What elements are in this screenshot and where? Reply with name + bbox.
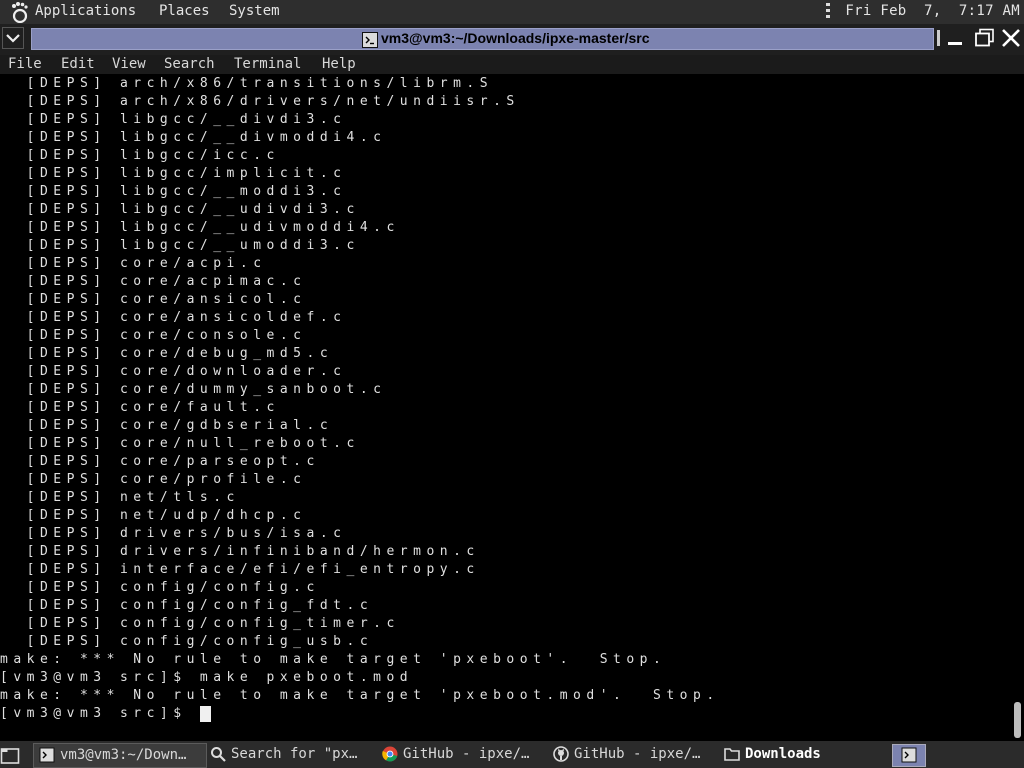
terminal-line: [DEPS] core/acpi.c (0, 256, 267, 271)
text-cursor (199, 705, 211, 722)
taskbar-task-downloads[interactable]: Downloads (724, 743, 884, 766)
terminal-icon (901, 747, 917, 763)
shell-prompt: [vm3@vm3 src]$ (0, 706, 200, 721)
terminal-scrollbar[interactable] (1012, 74, 1024, 741)
terminal-line: [DEPS] libgcc/__umoddi3.c (0, 238, 360, 253)
window-title: vm3@vm3:~/Downloads/ipxe-master/src (381, 30, 650, 46)
terminal-line: make: *** No rule to make target 'pxeboo… (0, 688, 720, 703)
terminal-line: [DEPS] config/config_fdt.c (0, 598, 374, 613)
places-menu[interactable]: Places (159, 3, 210, 19)
maximize-icon[interactable] (974, 28, 996, 48)
window-title-bar-box[interactable]: vm3@vm3:~/Downloads/ipxe-master/src (31, 28, 934, 50)
close-icon[interactable] (1000, 28, 1022, 48)
terminal-lines: [DEPS] arch/x86/transitions/librm.S [DEP… (0, 74, 1012, 722)
titlebar-grip (937, 30, 940, 46)
terminal-line: [DEPS] config/config_usb.c (0, 634, 374, 649)
taskbar-task-chrome[interactable]: GitHub - ipxe/… (382, 743, 547, 766)
terminal-line: [DEPS] core/console.c (0, 328, 307, 343)
terminal-line: [DEPS] core/parseopt.c (0, 454, 320, 469)
terminal-output[interactable]: [DEPS] arch/x86/transitions/librm.S [DEP… (0, 74, 1012, 741)
terminal-line: [DEPS] config/config_timer.c (0, 616, 400, 631)
terminal-prompt-line[interactable]: [vm3@vm3 src]$ (0, 705, 1012, 723)
terminal-line: [DEPS] core/dummy_sanboot.c (0, 382, 387, 397)
terminal-line: [DEPS] arch/x86/drivers/net/undiisr.S (0, 94, 520, 109)
system-menu[interactable]: System (229, 3, 280, 19)
window-menu-chevron-icon[interactable] (2, 27, 24, 49)
terminal-line: [DEPS] core/downloader.c (0, 364, 347, 379)
taskbar-task-terminal[interactable]: vm3@vm3:~/Down… (33, 743, 207, 768)
task-label: Search for "px… (231, 746, 358, 762)
terminal-line: [DEPS] arch/x86/transitions/librm.S (0, 76, 494, 91)
menu-help[interactable]: Help (322, 56, 356, 72)
terminal-line: [DEPS] core/ansicoldef.c (0, 310, 347, 325)
panel-handle (826, 3, 830, 20)
task-label: Downloads (745, 746, 821, 762)
terminal-line: [DEPS] libgcc/__divmoddi4.c (0, 130, 387, 145)
terminal-menubar: File Edit View Search Terminal Help (0, 55, 1024, 74)
terminal-line: make: *** No rule to make target 'pxeboo… (0, 652, 667, 667)
applications-menu[interactable]: Applications (35, 3, 136, 19)
workspace-switcher[interactable] (892, 744, 926, 767)
folder-icon (724, 748, 740, 761)
top-panel: Applications Places System Fri Feb 7, 7:… (0, 0, 1024, 24)
terminal-line: [DEPS] core/gdbserial.c (0, 418, 334, 433)
task-label: GitHub - ipxe/… (574, 746, 701, 762)
menu-terminal[interactable]: Terminal (234, 56, 301, 72)
terminal-line: [DEPS] core/null_reboot.c (0, 436, 360, 451)
task-label: GitHub - ipxe/… (403, 746, 530, 762)
terminal-line: [DEPS] drivers/infiniband/hermon.c (0, 544, 480, 559)
terminal-line: [DEPS] libgcc/__udivmoddi4.c (0, 220, 400, 235)
terminal-line: [DEPS] libgcc/__moddi3.c (0, 184, 347, 199)
terminal-line: [DEPS] libgcc/icc.c (0, 148, 280, 163)
terminal-line: [DEPS] core/acpimac.c (0, 274, 307, 289)
search-icon (211, 747, 226, 762)
terminal-line: [DEPS] core/ansicol.c (0, 292, 307, 307)
terminal-icon (362, 32, 378, 48)
clock[interactable]: Fri Feb 7, 7:17 AM (845, 3, 1020, 19)
terminal-line: [DEPS] core/fault.c (0, 400, 280, 415)
terminal-line: [DEPS] drivers/bus/isa.c (0, 526, 347, 541)
terminal-line: [DEPS] net/udp/dhcp.c (0, 508, 307, 523)
show-desktop-icon[interactable] (0, 745, 20, 765)
task-label: vm3@vm3:~/Down… (60, 747, 187, 763)
github-icon (553, 746, 569, 762)
menu-edit[interactable]: Edit (61, 56, 95, 72)
terminal-line: [DEPS] core/profile.c (0, 472, 307, 487)
taskbar-task-github[interactable]: GitHub - ipxe/… (553, 743, 721, 766)
menu-file[interactable]: File (8, 56, 42, 72)
terminal-line: [DEPS] interface/efi/efi_entropy.c (0, 562, 480, 577)
taskbar-task-search[interactable]: Search for "px… (208, 743, 378, 766)
gnome-foot-icon[interactable] (8, 1, 30, 23)
terminal-line: [DEPS] libgcc/implicit.c (0, 166, 347, 181)
window-titlebar[interactable]: vm3@vm3:~/Downloads/ipxe-master/src (0, 24, 1024, 55)
terminal-line: [DEPS] config/config.c (0, 580, 320, 595)
scrollbar-thumb[interactable] (1014, 702, 1021, 738)
terminal-line: [vm3@vm3 src]$ make pxeboot.mod (0, 670, 414, 685)
terminal-line: [DEPS] libgcc/__divdi3.c (0, 112, 347, 127)
terminal-icon (39, 747, 55, 763)
menu-view[interactable]: View (112, 56, 146, 72)
menu-search[interactable]: Search (164, 56, 215, 72)
terminal-line: [DEPS] libgcc/__udivdi3.c (0, 202, 360, 217)
terminal-line: [DEPS] net/tls.c (0, 490, 240, 505)
chrome-icon (382, 746, 398, 762)
minimize-icon[interactable] (944, 28, 966, 48)
taskbar: vm3@vm3:~/Down… Search for "px… GitHub -… (0, 741, 1024, 768)
terminal-line: [DEPS] core/debug_md5.c (0, 346, 334, 361)
